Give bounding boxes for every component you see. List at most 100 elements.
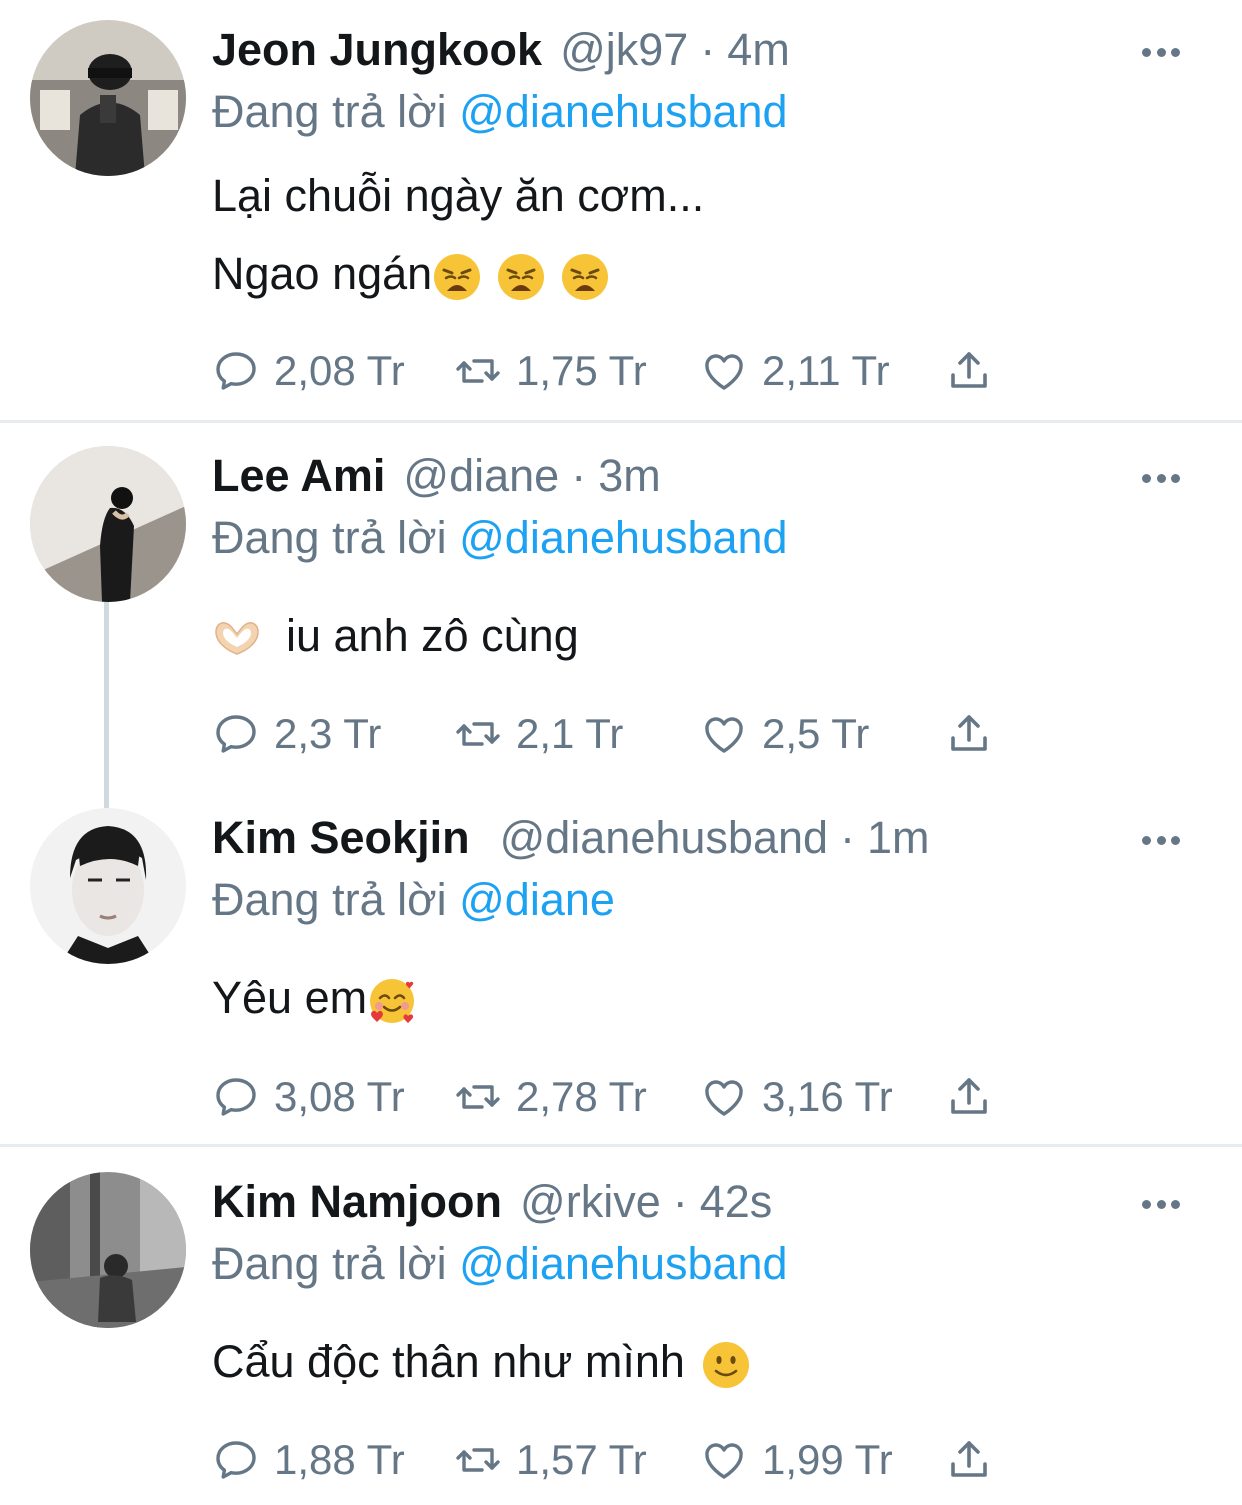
like-count: 2,11 Tr [762, 347, 890, 394]
avatar[interactable] [30, 808, 186, 964]
username[interactable]: @rkive [520, 1176, 661, 1228]
timestamp[interactable]: 4m [727, 24, 790, 76]
tweet[interactable]: Lee Ami @diane · 3m Đang trả lời @dianeh… [0, 424, 1242, 784]
replying-to-label: Đang trả lời [212, 1238, 447, 1289]
retweet-count: 1,57 Tr [516, 1436, 647, 1483]
reply-count: 2,3 Tr [274, 710, 382, 757]
reply-icon [212, 1073, 260, 1121]
tweet-header: Kim Seokjin @dianehusband · 1m [212, 810, 930, 866]
separator-dot: · [840, 812, 856, 863]
replying-to-label: Đang trả lời [212, 86, 447, 137]
tweet-text: Yêu em [212, 972, 368, 1023]
tweet-actions: 2,3 Tr 2,1 Tr 2,5 Tr [212, 704, 1012, 764]
timestamp[interactable]: 42s [700, 1176, 773, 1228]
reply-count: 2,08 Tr [274, 347, 405, 394]
weary-face-emoji [560, 252, 610, 302]
retweet-button[interactable]: 1,75 Tr [454, 341, 647, 401]
display-name[interactable]: Kim Seokjin [212, 812, 470, 864]
tweet[interactable]: Jeon Jungkook @jk97 · 4m Đang trả lời @d… [0, 0, 1242, 420]
avatar[interactable] [30, 446, 186, 602]
reply-context: Đang trả lời @dianehusband [212, 512, 788, 568]
like-button[interactable]: 2,5 Tr [700, 704, 869, 764]
like-button[interactable]: 1,99 Tr [700, 1430, 893, 1490]
display-name[interactable]: Lee Ami [212, 450, 385, 502]
reply-button[interactable]: 2,08 Tr [212, 341, 405, 401]
like-button[interactable]: 2,11 Tr [700, 341, 890, 401]
reply-icon [212, 1436, 260, 1484]
smiling-face-with-hearts-emoji [367, 976, 417, 1026]
retweet-count: 2,1 Tr [516, 710, 624, 757]
username[interactable]: @dianehusband [500, 812, 828, 864]
retweet-icon [454, 710, 502, 758]
reply-button[interactable]: 3,08 Tr [212, 1067, 405, 1127]
retweet-icon [454, 1436, 502, 1484]
more-options-icon[interactable] [1142, 470, 1180, 486]
reply-to-link[interactable]: @dianehusband [459, 512, 787, 563]
more-options-icon[interactable] [1142, 44, 1180, 60]
reply-to-link[interactable]: @dianehusband [459, 1238, 787, 1289]
retweet-count: 1,75 Tr [516, 347, 647, 394]
reply-context: Đang trả lời @dianehusband [212, 86, 788, 142]
more-options-icon[interactable] [1142, 1196, 1180, 1212]
username[interactable]: @jk97 [560, 24, 688, 76]
tweet[interactable]: Kim Seokjin @dianehusband · 1m Đang trả … [0, 786, 1242, 1144]
like-count: 2,5 Tr [762, 710, 870, 757]
share-icon [945, 1436, 993, 1484]
reply-button[interactable]: 1,88 Tr [212, 1430, 405, 1490]
like-count: 3,16 Tr [762, 1073, 893, 1120]
username[interactable]: @diane [403, 450, 559, 502]
retweet-button[interactable]: 2,1 Tr [454, 704, 623, 764]
more-options-icon[interactable] [1142, 832, 1180, 848]
separator-dot: · [700, 24, 716, 75]
share-icon [945, 347, 993, 395]
retweet-button[interactable]: 1,57 Tr [454, 1430, 647, 1490]
replying-to-label: Đang trả lời [212, 874, 447, 925]
separator-dot: · [571, 450, 587, 501]
replying-to-label: Đang trả lời [212, 512, 447, 563]
avatar[interactable] [30, 1172, 186, 1328]
tweet-text-line: Lại chuỗi ngày ăn cơm... [212, 168, 704, 224]
reply-to-link[interactable]: @diane [459, 874, 615, 925]
timestamp[interactable]: 3m [598, 450, 661, 502]
avatar[interactable] [30, 20, 186, 176]
retweet-button[interactable]: 2,78 Tr [454, 1067, 647, 1127]
tweet-text: iu anh zô cùng [286, 610, 579, 661]
weary-face-emoji [496, 252, 546, 302]
slightly-smiling-face-emoji [701, 1340, 751, 1390]
share-button[interactable] [945, 1430, 993, 1490]
share-button[interactable] [945, 1067, 993, 1127]
tweet-actions: 3,08 Tr 2,78 Tr 3,16 Tr [212, 1067, 1012, 1127]
tweet-actions: 2,08 Tr 1,75 Tr 2,11 Tr [212, 341, 1012, 401]
tweet-divider [0, 1144, 1242, 1147]
retweet-icon [454, 1073, 502, 1121]
tweet-actions: 1,88 Tr 1,57 Tr 1,99 Tr [212, 1430, 1012, 1490]
tweet-header: Kim Namjoon @rkive · 42s [212, 1174, 772, 1230]
reply-to-link[interactable]: @dianehusband [459, 86, 787, 137]
tweet[interactable]: Kim Namjoon @rkive · 42s Đang trả lời @d… [0, 1148, 1242, 1505]
reply-count: 3,08 Tr [274, 1073, 405, 1120]
like-count: 1,99 Tr [762, 1436, 893, 1483]
timestamp[interactable]: 1m [867, 812, 930, 864]
share-icon [945, 710, 993, 758]
share-button[interactable] [945, 704, 993, 764]
retweet-icon [454, 347, 502, 395]
reply-icon [212, 710, 260, 758]
tweet-header: Jeon Jungkook @jk97 · 4m [212, 22, 790, 78]
display-name[interactable]: Jeon Jungkook [212, 24, 542, 76]
display-name[interactable]: Kim Namjoon [212, 1176, 502, 1228]
tweet-divider [0, 420, 1242, 423]
like-button[interactable]: 3,16 Tr [700, 1067, 893, 1127]
tweet-text: Cẩu độc thân như mình [212, 1336, 685, 1387]
retweet-count: 2,78 Tr [516, 1073, 647, 1120]
tweet-text: Lại chuỗi ngày ăn cơm... [212, 170, 705, 221]
tweet-text-line: Ngao ngán [212, 246, 610, 302]
heart-icon [700, 1436, 748, 1484]
heart-icon [700, 710, 748, 758]
separator-dot: · [672, 1176, 688, 1227]
tweet-text: Ngao ngán [212, 248, 433, 299]
share-button[interactable] [945, 341, 993, 401]
reply-button[interactable]: 2,3 Tr [212, 704, 381, 764]
heart-icon [700, 1073, 748, 1121]
tweet-header: Lee Ami @diane · 3m [212, 448, 661, 504]
reply-icon [212, 347, 260, 395]
